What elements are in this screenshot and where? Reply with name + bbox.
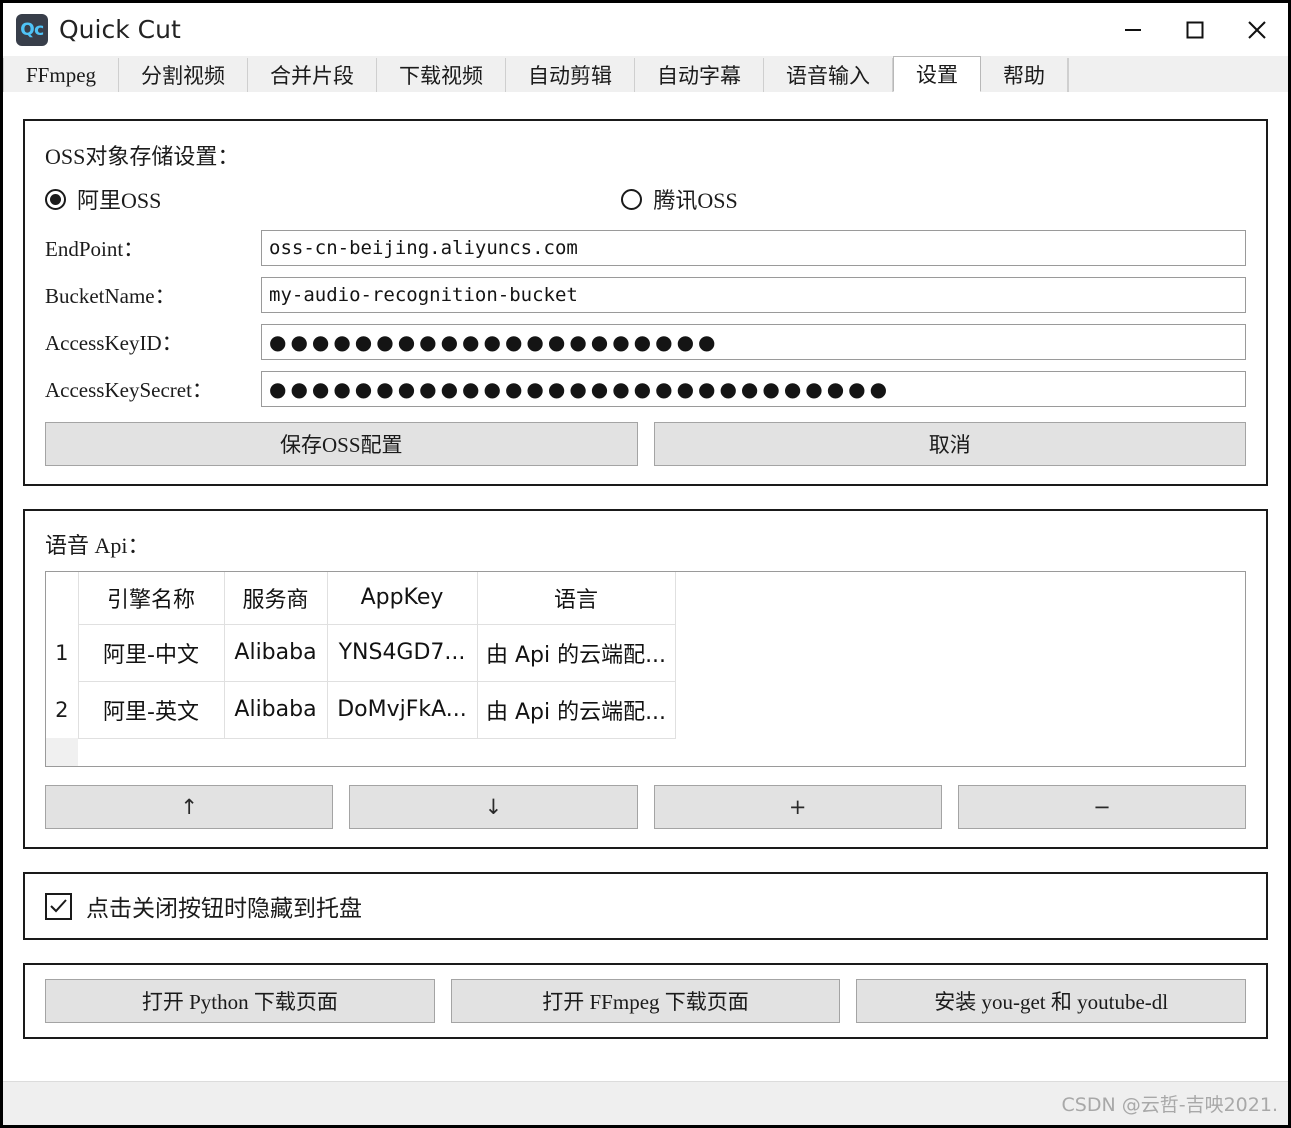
maximize-icon — [1182, 17, 1208, 43]
app-window: Qc Quick Cut FFmpeg 分割视 — [0, 0, 1291, 1128]
title-bar: Qc Quick Cut — [3, 3, 1288, 56]
column-header-appkey[interactable]: AppKey — [327, 572, 477, 624]
radio-tencent-oss-label: 腾讯OSS — [653, 183, 737, 215]
window-controls — [1102, 3, 1288, 56]
add-engine-button[interactable]: + — [654, 785, 942, 829]
tab-auto-edit[interactable]: 自动剪辑 — [506, 58, 635, 92]
maximize-button[interactable] — [1164, 3, 1226, 56]
column-header-filler — [675, 572, 1245, 624]
radio-aliyun-oss-label: 阿里OSS — [77, 183, 161, 215]
cell-language[interactable]: 由 Api 的云端配... — [477, 681, 675, 738]
accesskeyid-label: AccessKeyID： — [45, 327, 261, 357]
external-links-group: 打开 Python 下载页面 打开 FFmpeg 下载页面 安装 you-get… — [23, 963, 1268, 1039]
radio-tencent-oss[interactable]: 腾讯OSS — [621, 183, 737, 215]
voice-api-title: 语音 Api： — [45, 528, 1246, 560]
minimize-button[interactable] — [1102, 3, 1164, 56]
radio-aliyun-oss[interactable]: 阿里OSS — [45, 183, 161, 215]
oss-provider-radio-group: 阿里OSS 腾讯OSS — [45, 183, 1246, 215]
minimize-icon — [1120, 17, 1146, 43]
accesskeysecret-row: AccessKeySecret： ●●●●●●●●●●●●●●●●●●●●●●●… — [45, 371, 1246, 407]
row-index-empty — [46, 738, 78, 767]
tray-settings-group: 点击关闭按钮时隐藏到托盘 — [23, 872, 1268, 940]
table-row[interactable]: 1 阿里-中文 Alibaba YNS4GD7... 由 Api 的云端配... — [46, 624, 1245, 681]
endpoint-label: EndPoint： — [45, 233, 261, 263]
cell-filler — [675, 681, 1245, 738]
move-down-button[interactable]: ↓ — [349, 785, 637, 829]
checkbox-checked-icon — [45, 893, 72, 920]
voice-api-table-wrapper[interactable]: 引擎名称 服务商 AppKey 语言 1 阿里-中文 Alibaba YNS4 — [45, 571, 1246, 767]
external-links-row: 打开 Python 下载页面 打开 FFmpeg 下载页面 安装 you-get… — [45, 979, 1246, 1023]
cell-filler — [675, 624, 1245, 681]
cell-engine-name[interactable]: 阿里-英文 — [78, 681, 224, 738]
cell-appkey[interactable]: YNS4GD7... — [327, 624, 477, 681]
column-header-vendor[interactable]: 服务商 — [224, 572, 327, 624]
tab-voice-input[interactable]: 语音输入 — [764, 58, 893, 92]
radio-unselected-icon — [621, 189, 642, 210]
empty-cell — [78, 738, 1245, 767]
tab-ffmpeg[interactable]: FFmpeg — [3, 58, 119, 92]
oss-settings-group: OSS对象存储设置： 阿里OSS 腾讯OSS EndPoint： oss-cn-… — [23, 119, 1268, 486]
remove-engine-button[interactable]: − — [958, 785, 1246, 829]
open-python-download-button[interactable]: 打开 Python 下载页面 — [45, 979, 435, 1023]
tab-bar-filler — [1068, 58, 1288, 92]
voice-api-group: 语音 Api： 引擎名称 服务商 AppKey 语言 — [23, 509, 1268, 849]
row-index: 1 — [46, 624, 78, 681]
column-header-engine-name[interactable]: 引擎名称 — [78, 572, 224, 624]
bucketname-input[interactable]: my-audio-recognition-bucket — [261, 277, 1246, 313]
tab-bar: FFmpeg 分割视频 合并片段 下载视频 自动剪辑 自动字幕 语音输入 设置 … — [3, 56, 1288, 92]
close-icon — [1243, 16, 1271, 44]
accesskeysecret-label: AccessKeySecret： — [45, 374, 261, 404]
table-row[interactable]: 2 阿里-英文 Alibaba DoMvjFkA... 由 Api 的云端配..… — [46, 681, 1245, 738]
column-header-language[interactable]: 语言 — [477, 572, 675, 624]
table-header-row: 引擎名称 服务商 AppKey 语言 — [46, 572, 1245, 624]
watermark-text: CSDN @云哲-吉咉2021. — [1062, 1090, 1278, 1117]
accesskeysecret-input[interactable]: ●●●●●●●●●●●●●●●●●●●●●●●●●●●●● — [261, 371, 1246, 407]
cell-language[interactable]: 由 Api 的云端配... — [477, 624, 675, 681]
hide-to-tray-checkbox[interactable]: 点击关闭按钮时隐藏到托盘 — [45, 889, 1246, 923]
bucketname-label: BucketName： — [45, 280, 261, 310]
table-corner-cell — [46, 572, 78, 624]
tab-split-video[interactable]: 分割视频 — [119, 58, 248, 92]
cell-appkey[interactable]: DoMvjFkA... — [327, 681, 477, 738]
hide-to-tray-label: 点击关闭按钮时隐藏到托盘 — [86, 889, 362, 923]
tab-help[interactable]: 帮助 — [981, 58, 1068, 92]
open-ffmpeg-download-button[interactable]: 打开 FFmpeg 下载页面 — [451, 979, 841, 1023]
cancel-button[interactable]: 取消 — [654, 422, 1247, 466]
save-oss-config-button[interactable]: 保存OSS配置 — [45, 422, 638, 466]
tab-download-video[interactable]: 下载视频 — [377, 58, 506, 92]
status-bar: CSDN @云哲-吉咉2021. — [3, 1081, 1288, 1125]
close-button[interactable] — [1226, 3, 1288, 56]
radio-selected-icon — [45, 189, 66, 210]
accesskeyid-row: AccessKeyID： ●●●●●●●●●●●●●●●●●●●●● — [45, 324, 1246, 360]
cell-vendor[interactable]: Alibaba — [224, 624, 327, 681]
endpoint-input[interactable]: oss-cn-beijing.aliyuncs.com — [261, 230, 1246, 266]
oss-actions: 保存OSS配置 取消 — [45, 422, 1246, 466]
move-up-button[interactable]: ↑ — [45, 785, 333, 829]
app-title: Quick Cut — [59, 15, 181, 44]
tab-auto-subtitle[interactable]: 自动字幕 — [635, 58, 764, 92]
tab-settings[interactable]: 设置 — [893, 56, 981, 92]
oss-group-title: OSS对象存储设置： — [45, 139, 1246, 171]
table-empty-row — [46, 738, 1245, 767]
row-index: 2 — [46, 681, 78, 738]
voice-api-actions: ↑ ↓ + − — [45, 785, 1246, 829]
voice-api-table: 引擎名称 服务商 AppKey 语言 1 阿里-中文 Alibaba YNS4 — [46, 572, 1245, 767]
cell-vendor[interactable]: Alibaba — [224, 681, 327, 738]
cell-engine-name[interactable]: 阿里-中文 — [78, 624, 224, 681]
app-logo-icon: Qc — [16, 14, 48, 46]
app-logo-text: Qc — [20, 20, 44, 40]
install-youget-youtubedl-button[interactable]: 安装 you-get 和 youtube-dl — [856, 979, 1246, 1023]
accesskeyid-input[interactable]: ●●●●●●●●●●●●●●●●●●●●● — [261, 324, 1246, 360]
tab-merge-clips[interactable]: 合并片段 — [248, 58, 377, 92]
endpoint-row: EndPoint： oss-cn-beijing.aliyuncs.com — [45, 230, 1246, 266]
bucketname-row: BucketName： my-audio-recognition-bucket — [45, 277, 1246, 313]
settings-page: OSS对象存储设置： 阿里OSS 腾讯OSS EndPoint： oss-cn-… — [3, 92, 1288, 1081]
